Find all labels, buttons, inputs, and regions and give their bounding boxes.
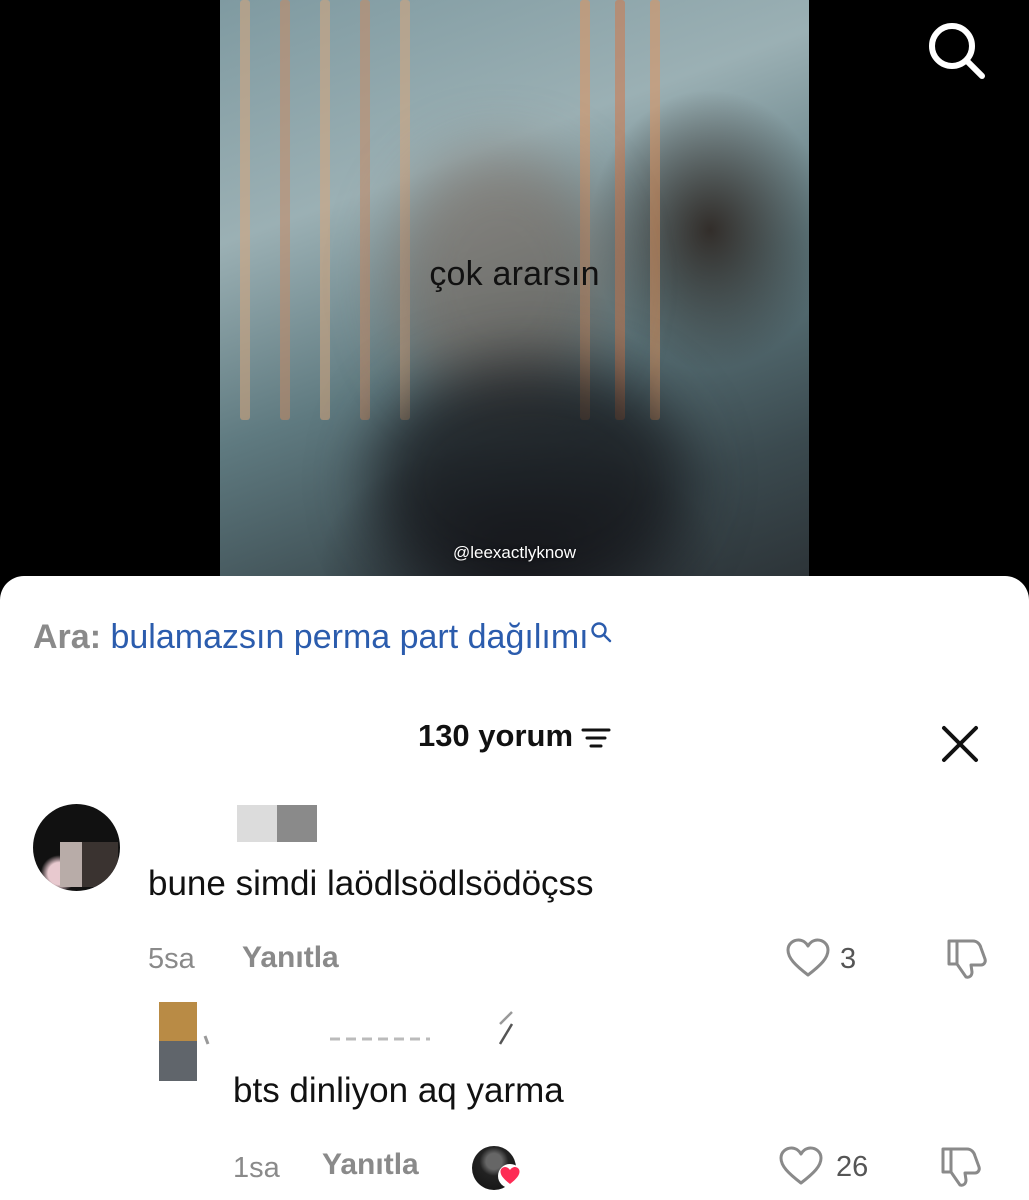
dislike-icon[interactable] — [943, 935, 989, 981]
avatar-pixelated-region — [159, 1041, 197, 1081]
search-icon[interactable] — [924, 18, 988, 82]
close-icon[interactable] — [940, 724, 980, 764]
dislike-icon[interactable] — [937, 1143, 983, 1189]
background-light-bar — [360, 0, 370, 420]
comment-count-title: 130 yorum — [417, 718, 574, 753]
video-watermark: @leexactlyknow — [452, 543, 577, 562]
background-light-bar — [615, 0, 625, 420]
heart-icon[interactable] — [778, 1145, 824, 1187]
filter-icon[interactable] — [581, 727, 611, 749]
background-light-bar — [320, 0, 330, 420]
avatar-pixelated-region — [60, 842, 84, 887]
username-censored[interactable] — [237, 805, 277, 842]
comment-text: bts dinliyon aq yarma — [233, 1071, 564, 1110]
search-suggestion[interactable]: Ara: bulamazsın perma part dağılımı — [33, 618, 613, 657]
username-censored[interactable] — [277, 805, 317, 842]
background-light-bar — [280, 0, 290, 420]
search-icon — [590, 622, 611, 643]
comment-time: 5sa — [148, 943, 195, 975]
background-light-bar — [650, 0, 660, 420]
search-suggestion-query[interactable]: bulamazsın perma part dağılımı — [110, 618, 588, 656]
like-count: 26 — [836, 1151, 869, 1183]
avatar-pixelated-region — [82, 842, 118, 887]
heart-icon[interactable] — [785, 937, 831, 979]
comment-time: 1sa — [233, 1152, 280, 1184]
avatar[interactable] — [33, 804, 120, 891]
video-player[interactable]: çok ararsın @leexactlyknow — [220, 0, 809, 600]
figure-body — [370, 360, 690, 600]
video-caption: çok ararsın — [429, 255, 600, 293]
comment-text: bune simdi laödlsödlsödöçss — [148, 864, 594, 903]
avatar[interactable] — [159, 1002, 197, 1041]
like-count: 3 — [840, 943, 857, 975]
search-suggestion-prefix: Ara: — [33, 618, 102, 656]
reply-button[interactable]: Yanıtla — [242, 941, 339, 975]
comments-sheet: Ara: bulamazsın perma part dağılımı 130 … — [0, 576, 1029, 1200]
comments-header: 130 yorum — [0, 718, 1029, 754]
reply-button[interactable]: Yanıtla — [322, 1148, 419, 1182]
heart-icon — [498, 1164, 522, 1188]
background-light-bar — [240, 0, 250, 420]
username-censored[interactable] — [200, 1006, 520, 1046]
